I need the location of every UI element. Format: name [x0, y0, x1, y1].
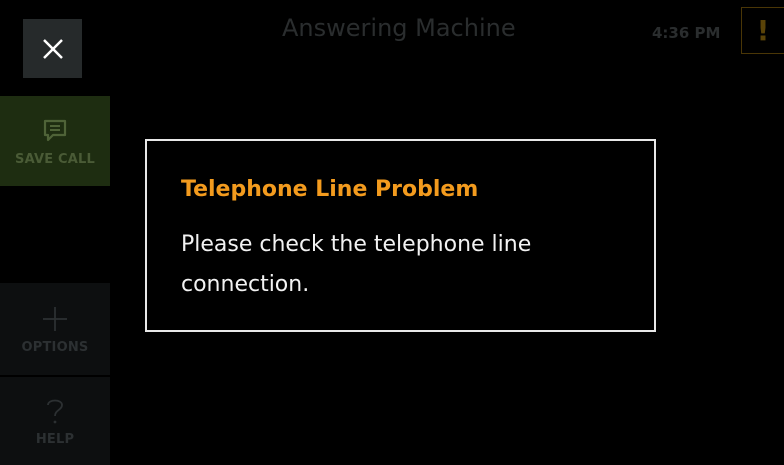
clock: 4:36 PM	[652, 24, 721, 42]
save-call-label: SAVE CALL	[15, 151, 95, 167]
page-title: Answering Machine	[282, 14, 516, 42]
alert-button[interactable]: !	[741, 7, 784, 54]
question-icon	[45, 396, 65, 426]
help-button[interactable]: HELP	[0, 377, 110, 465]
close-button[interactable]	[23, 19, 82, 78]
dialog-title: Telephone Line Problem	[181, 177, 479, 202]
telephone-line-problem-dialog: Telephone Line Problem Please check the …	[145, 139, 656, 332]
save-call-button[interactable]: SAVE CALL	[0, 96, 110, 186]
plus-icon	[42, 304, 68, 334]
options-label: OPTIONS	[21, 339, 89, 355]
help-label: HELP	[35, 431, 75, 447]
answering-machine-screen: Answering Machine 4:36 PM ! SAVE CALL OP…	[0, 0, 784, 465]
dialog-message: Please check the telephone line connecti…	[181, 232, 532, 297]
alert-icon: !	[756, 14, 770, 47]
save-message-icon	[42, 116, 68, 146]
close-icon	[42, 38, 63, 59]
options-button[interactable]: OPTIONS	[0, 283, 110, 375]
